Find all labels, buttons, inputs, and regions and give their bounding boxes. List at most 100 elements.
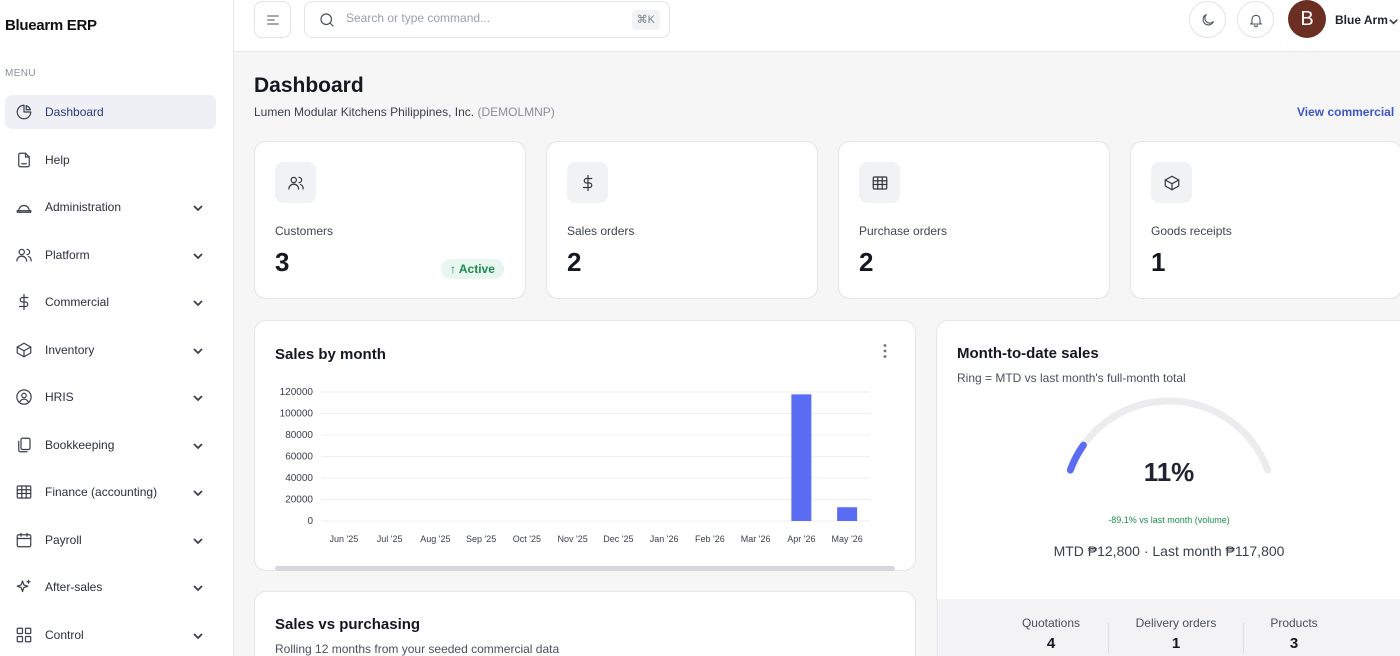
mini-stat-quotations[interactable]: Quotations 4 — [986, 616, 1116, 652]
copy-icon — [15, 436, 33, 454]
stat-value: 2 — [567, 247, 582, 277]
sidebar-item-payroll[interactable]: Payroll — [5, 523, 216, 557]
sales-bar-chart: 0 20000 40000 60000 80000 100000 120000 Jun '25… — [280, 387, 870, 544]
brand-logo[interactable]: Bluearm ERP — [5, 17, 97, 34]
chart-scrollbar[interactable] — [275, 566, 895, 571]
hat-icon — [15, 198, 33, 216]
chevron-down-icon[interactable] — [192, 249, 204, 261]
sidebar-item-dashboard[interactable]: Dashboard — [5, 95, 216, 129]
user-name[interactable]: Blue Arm — [1335, 13, 1388, 27]
sidebar-item-label: Administration — [45, 200, 122, 214]
mini-stat-value: 1 — [1171, 635, 1181, 652]
chevron-down-icon[interactable] — [192, 439, 204, 451]
sidebar-item-inventory[interactable]: Inventory — [5, 333, 216, 367]
sidebar-item-platform[interactable]: Platform — [5, 238, 216, 272]
mini-stat-value: 3 — [1289, 635, 1299, 652]
bar — [791, 394, 812, 521]
chevron-down-icon[interactable] — [192, 391, 204, 403]
menu-section-label: MENU — [5, 68, 37, 79]
box-icon — [1151, 162, 1192, 203]
search-bar[interactable]: ⌘K — [304, 1, 670, 38]
stat-card-sales-orders[interactable]: Sales orders 2 — [546, 141, 818, 299]
card-subtitle: Rolling 12 months from your seeded comme… — [275, 642, 560, 656]
y-tick-label: 100000 — [280, 409, 314, 420]
bar — [837, 507, 858, 521]
x-tick-label: Dec '25 — [603, 534, 633, 544]
search-input[interactable] — [346, 11, 616, 25]
sidebar-item-label: Platform — [45, 247, 90, 262]
chevron-down-icon[interactable] — [192, 344, 204, 356]
stat-card-goods-receipts[interactable]: Goods receipts 1 — [1130, 141, 1400, 299]
gauge-delta: -89.1% vs last month (volume) — [1108, 515, 1230, 525]
notifications-button[interactable] — [1237, 1, 1274, 38]
sidebar-item-label: Control — [45, 627, 84, 642]
sales-vs-purchasing-card: Sales vs purchasing Rolling 12 months fr… — [254, 591, 916, 656]
x-tick-label: Jul '25 — [377, 534, 403, 544]
sidebar-item-bookkeeping[interactable]: Bookkeeping — [5, 428, 216, 462]
shortcut-hint: ⌘K — [631, 10, 660, 30]
chevron-down-icon[interactable] — [192, 201, 204, 213]
stat-value: 2 — [859, 247, 874, 277]
sidebar-item-administration[interactable]: Administration — [5, 190, 216, 224]
y-tick-label: 80000 — [285, 430, 313, 441]
sidebar-item-label: Dashboard — [45, 105, 104, 119]
calendar-icon — [15, 531, 33, 549]
x-tick-label: Jun '25 — [330, 534, 359, 544]
menu-toggle-button[interactable] — [254, 1, 291, 38]
mini-stat-products[interactable]: Products 3 — [1229, 616, 1359, 652]
chevron-down-icon[interactable] — [192, 486, 204, 498]
mtd-summary: MTD ₱12,800 · Last month ₱117,800 — [1053, 543, 1285, 559]
mtd-sales-card: Month-to-date sales Ring = MTD vs last m… — [936, 320, 1400, 600]
sales-by-month-card: Sales by month 0 20000 40000 60000 80000 1000… — [254, 320, 916, 571]
chevron-down-icon[interactable] — [1388, 14, 1399, 32]
table-icon — [15, 483, 33, 501]
sidebar-item-help[interactable]: Help — [5, 143, 216, 177]
sidebar-item-after-sales[interactable]: After-sales — [5, 570, 216, 604]
sidebar-item-hris[interactable]: HRIS — [5, 380, 216, 414]
sidebar-item-label: Finance (accounting) — [45, 485, 158, 499]
x-tick-label: May '26 — [832, 534, 863, 544]
sidebar-item-label: Payroll — [45, 532, 82, 547]
x-tick-label: Apr '26 — [787, 534, 815, 544]
chevron-down-icon[interactable] — [192, 629, 204, 641]
theme-toggle-button[interactable] — [1189, 1, 1226, 38]
view-commercial-link[interactable]: View commercial → — [1297, 105, 1400, 119]
table-icon — [859, 162, 900, 203]
stat-card-customers[interactable]: Customers 3 ↑ Active — [254, 141, 526, 299]
pie-chart-icon — [15, 103, 33, 121]
sidebar-item-label: Bookkeeping — [45, 437, 115, 452]
stat-label: Purchase orders — [859, 224, 948, 238]
y-tick-label: 40000 — [285, 473, 313, 484]
chevron-down-icon[interactable] — [192, 296, 204, 308]
sidebar-item-commercial[interactable]: Commercial — [5, 285, 216, 319]
y-tick-label: 20000 — [285, 495, 313, 506]
mini-stat-label: Quotations — [1021, 616, 1081, 630]
sparkle-icon — [15, 578, 33, 596]
dollar-icon — [15, 293, 33, 311]
stat-value: 1 — [1151, 247, 1166, 277]
company-code: (DEMOLMNP) — [477, 105, 555, 119]
box-icon — [15, 341, 33, 359]
gauge-percent: 11% — [1143, 457, 1195, 487]
x-tick-label: Sep '25 — [466, 534, 496, 544]
sidebar-item-label: Help — [45, 152, 70, 167]
mini-stat-value: 4 — [1046, 635, 1056, 652]
users-icon — [15, 246, 33, 264]
topbar: ⌘K B Blue Arm — [234, 0, 1400, 52]
sidebar-item-control[interactable]: Control — [5, 618, 216, 652]
dollar-icon — [567, 162, 608, 203]
sidebar-item-label: After-sales — [45, 580, 103, 594]
stat-label: Customers — [275, 224, 334, 238]
sidebar-item-label: Inventory — [45, 342, 95, 357]
x-tick-label: Nov '25 — [558, 534, 588, 544]
chevron-down-icon[interactable] — [192, 581, 204, 593]
sidebar: Bluearm ERP MENU Dashboard Help Administ… — [0, 0, 234, 656]
y-tick-label: 60000 — [285, 452, 313, 463]
company-label: Lumen Modular Kitchens Philippines, Inc. — [254, 105, 475, 119]
stat-label: Sales orders — [567, 224, 635, 238]
avatar[interactable]: B — [1288, 0, 1326, 38]
mini-stat-delivery-orders[interactable]: Delivery orders 1 — [1111, 616, 1241, 652]
sidebar-item-finance[interactable]: Finance (accounting) — [5, 475, 216, 509]
stat-card-purchase-orders[interactable]: Purchase orders 2 — [838, 141, 1110, 299]
chevron-down-icon[interactable] — [192, 534, 204, 546]
